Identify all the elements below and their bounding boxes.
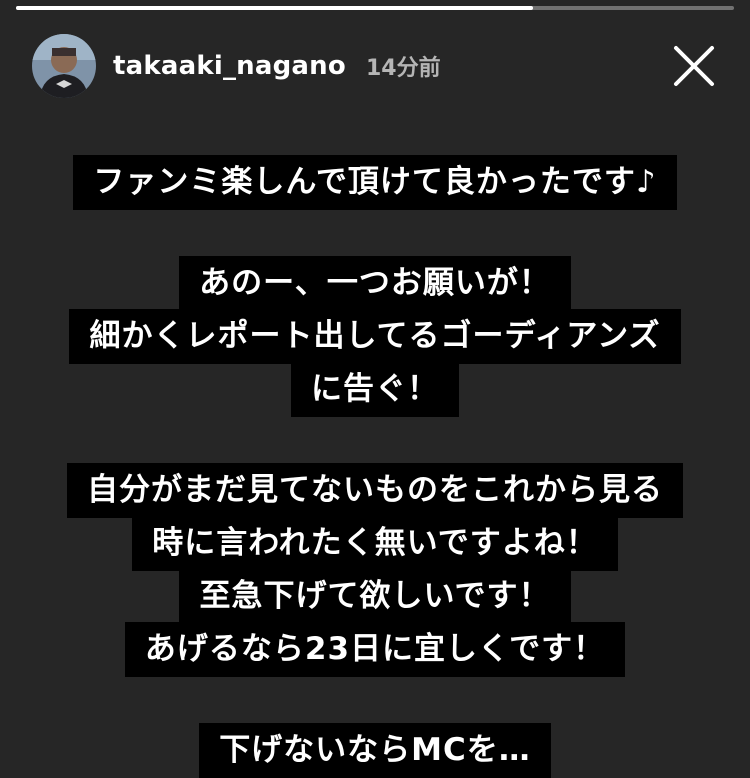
- close-icon[interactable]: [672, 44, 716, 88]
- text-block: あのー、一つお願いが！ 細かくレポート出してるゴーディアンズ に告ぐ！: [69, 256, 681, 417]
- text-line: あげるなら23日に宜しくです！: [124, 622, 626, 677]
- text-line: 至急下げて欲しいです！: [179, 569, 571, 624]
- timestamp: 14分前: [365, 56, 441, 81]
- story-header: takaaki_nagano 14分前: [32, 34, 734, 98]
- text-block: ファンミ楽しんで頂けて良かったです♪: [73, 155, 677, 210]
- text-line: あのー、一つお願いが！: [179, 256, 571, 311]
- text-line: に告ぐ！: [290, 362, 459, 417]
- text-line: 細かくレポート出してるゴーディアンズ: [69, 309, 681, 364]
- story-progress-bar: [16, 6, 734, 10]
- avatar[interactable]: [32, 34, 96, 98]
- text-line: 時に言われたく無いですよね！: [132, 516, 618, 571]
- text-line: ファンミ楽しんで頂けて良かったです♪: [73, 155, 677, 210]
- story-progress-fill: [16, 6, 533, 10]
- text-line: 自分がまだ見てないものをこれから見る: [67, 463, 683, 518]
- text-block: 下げないならMCを…: [199, 723, 551, 778]
- username[interactable]: takaaki_nagano: [113, 51, 346, 81]
- story-text-content: ファンミ楽しんで頂けて良かったです♪ あのー、一つお願いが！ 細かくレポート出し…: [0, 155, 750, 778]
- text-block: 自分がまだ見てないものをこれから見る 時に言われたく無いですよね！ 至急下げて欲…: [67, 463, 683, 677]
- text-line: 下げないならMCを…: [199, 723, 551, 778]
